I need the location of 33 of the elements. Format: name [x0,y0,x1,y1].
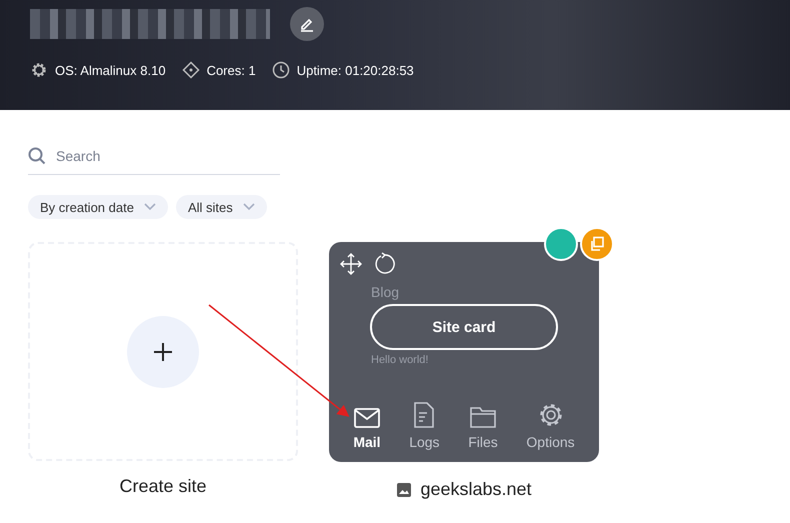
server-os-text: OS: Almalinux 8.10 [55,62,166,78]
chevron-icon [144,203,156,211]
copy-icon [589,236,605,252]
envelope-icon [354,408,380,428]
edit-button[interactable] [290,7,324,41]
document-icon [414,402,434,428]
pencil-icon [299,16,315,32]
filter-dropdown[interactable]: All sites [176,195,267,219]
site-name: geekslabs.net [420,479,532,500]
gear-icon [30,61,48,79]
image-icon [396,482,412,498]
diamond-icon [182,61,200,79]
server-cores-text: Cores: 1 [206,62,256,78]
create-site-label: Create site [119,476,207,497]
server-uptime-text: Uptime: 01:20:28:53 [296,62,414,78]
status-badge[interactable] [544,227,578,261]
filter-dropdown[interactable]: By creation date [28,195,168,219]
action-button[interactable]: Options [526,400,575,450]
action-button[interactable]: Mail [353,400,381,450]
search-icon [28,147,46,165]
chevron-icon [242,203,255,211]
move-icon[interactable] [339,252,363,276]
refresh-icon[interactable] [373,252,397,276]
plus-icon [153,342,173,362]
preview-post-title: Hello world! [371,354,430,366]
action-button[interactable]: Logs [409,400,440,450]
clock-icon [272,61,290,79]
action-button[interactable]: Files [468,400,498,450]
preview-title: Blog [371,284,400,300]
folder-icon [470,406,496,428]
gear-icon [538,402,564,428]
site-card-button[interactable]: Site card [370,304,558,350]
site-card[interactable]: Blog Site card Hello world! Mail Logs Files Options [329,242,599,462]
